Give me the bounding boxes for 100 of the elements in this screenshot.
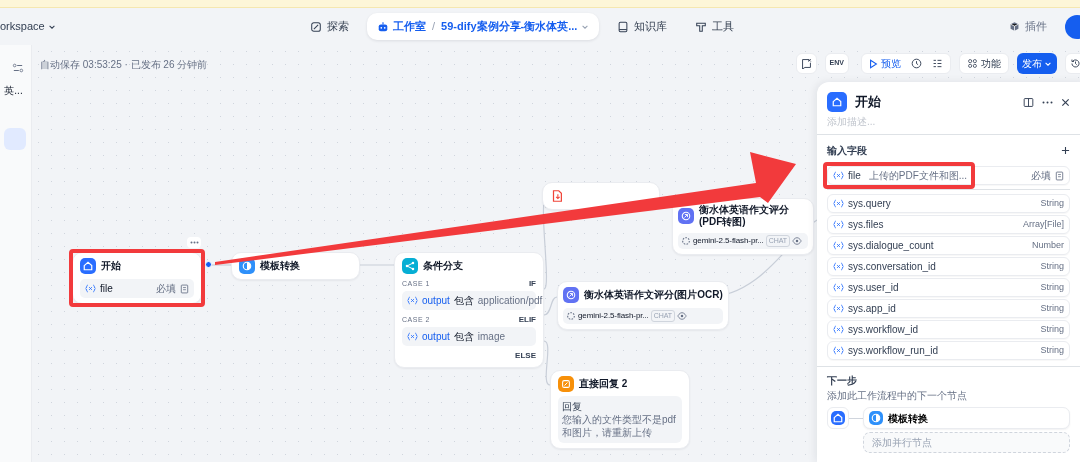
system-variable-row: sys.dialogue_count Number xyxy=(827,236,1070,255)
variable-type: String xyxy=(1040,322,1064,336)
variable-icon xyxy=(833,171,844,180)
variable-type: String xyxy=(1040,196,1064,210)
variable-type: String xyxy=(1040,259,1064,273)
variable-icon xyxy=(833,304,844,313)
variable-icon xyxy=(85,284,96,293)
cube-icon xyxy=(1009,21,1020,32)
variable-type: String xyxy=(1040,343,1064,357)
node-title: 条件分支 xyxy=(423,260,463,272)
panel-title: 开始 xyxy=(855,93,881,112)
tools-tab[interactable]: 工具 xyxy=(685,14,745,39)
operator-label: 包含 xyxy=(453,294,474,308)
required-label: 必填 xyxy=(156,282,176,296)
variable-name: output xyxy=(422,330,450,344)
llm-icon xyxy=(563,287,579,303)
node-card[interactable]: 开始 file 必填 xyxy=(72,252,202,304)
file-icon xyxy=(550,188,564,204)
clock-icon xyxy=(911,58,922,69)
document-icon xyxy=(1055,170,1064,181)
explore-tab[interactable]: 探索 xyxy=(300,14,359,39)
required-label: 必填 xyxy=(1031,169,1051,183)
more-icon[interactable] xyxy=(1042,100,1053,104)
variable-icon xyxy=(833,199,844,208)
field-description: 上传的PDF文件和图... xyxy=(868,169,968,183)
chat-icon xyxy=(800,58,812,69)
node-card[interactable]: 直接回复 2 回复 您输入的文件类型不是pdf和图片，请重新上传 xyxy=(550,370,690,449)
variable-type: Array[File] xyxy=(1023,217,1064,231)
system-variable-row: sys.workflow_id String xyxy=(827,320,1070,339)
reply-text: 您输入的文件类型不是pdf和图片，请重新上传 xyxy=(562,413,677,439)
system-variable-row: sys.conversation_id String xyxy=(827,257,1070,276)
app-name: 英... xyxy=(4,84,23,98)
system-variable-row: sys.files Array[File] xyxy=(827,215,1070,234)
system-variable-row: sys.app_id String xyxy=(827,299,1070,318)
home-icon xyxy=(80,258,96,274)
reply-label: 回复 xyxy=(562,400,583,413)
variable-icon xyxy=(833,346,844,355)
system-variable-row: sys.user_id String xyxy=(827,278,1070,297)
node-title: 开始 xyxy=(101,260,121,272)
book-icon xyxy=(617,20,630,33)
compass-icon xyxy=(310,20,322,33)
home-icon xyxy=(827,92,847,112)
node-title: 衡水体英语作文评分(图片OCR) xyxy=(584,289,723,301)
node-card[interactable]: 模板转换 xyxy=(231,252,360,280)
variable-icon xyxy=(833,325,844,334)
studio-link[interactable]: 工作室 xyxy=(377,18,426,35)
variable-name: output xyxy=(422,294,450,308)
variable-icon xyxy=(833,220,844,229)
app-name-dropdown[interactable]: 59-dify案例分享-衡水体英... xyxy=(441,18,590,35)
section-hint: 添加此工作流程中的下一个节点 xyxy=(827,389,968,403)
close-icon[interactable] xyxy=(1061,97,1070,107)
operator-label: 包含 xyxy=(453,330,474,344)
branch-label: ELIF xyxy=(518,314,536,326)
node-title: 直接回复 2 xyxy=(579,378,628,390)
next-node-button[interactable]: 模板转换 xyxy=(863,407,1070,429)
features-button[interactable]: 功能 xyxy=(959,53,1009,74)
eye-icon xyxy=(676,311,687,321)
variable-type: Number xyxy=(1032,238,1064,252)
condition-value: application/pdf xyxy=(477,294,543,308)
robot-icon xyxy=(377,20,389,33)
node-title: 模板转换 xyxy=(260,260,300,272)
model-icon xyxy=(566,311,576,321)
variable-icon xyxy=(407,332,418,341)
variable-icon xyxy=(833,283,844,292)
connection-handle[interactable] xyxy=(205,261,212,268)
version-history-button[interactable] xyxy=(1065,53,1080,74)
section-title: 输入字段 xyxy=(827,144,867,158)
section-title: 下一步 xyxy=(827,374,858,388)
history-icon xyxy=(1070,58,1080,69)
checklist-icon xyxy=(932,58,943,69)
grid-icon xyxy=(967,58,978,69)
condition-value: image xyxy=(477,330,506,344)
llm-icon xyxy=(678,208,694,224)
knowledge-tab[interactable]: 知识库 xyxy=(607,14,678,39)
variable-name: file xyxy=(100,282,113,296)
plus-icon[interactable] xyxy=(1061,146,1070,155)
variable-icon xyxy=(407,296,418,305)
input-field-row[interactable]: file 上传的PDF文件和图... 必填 xyxy=(827,166,1070,185)
branch-icon xyxy=(402,258,418,274)
reply-icon xyxy=(558,376,574,392)
system-variable-row: sys.workflow_run_id String xyxy=(827,341,1070,360)
variable-type: String xyxy=(1040,280,1064,294)
eye-icon xyxy=(791,236,802,246)
workspace-switcher[interactable]: orkspace xyxy=(0,18,300,35)
document-icon xyxy=(180,283,189,294)
comment-button[interactable] xyxy=(795,53,817,74)
plugins-button[interactable]: 插件 xyxy=(999,14,1057,39)
play-icon xyxy=(869,58,878,69)
breadcrumb-separator: / xyxy=(432,19,436,35)
book-icon[interactable] xyxy=(1023,96,1034,108)
publish-button[interactable]: 发布 xyxy=(1017,53,1057,74)
variable-type: String xyxy=(1040,301,1064,315)
node-menu-button[interactable] xyxy=(187,237,201,248)
model-icon xyxy=(681,236,691,246)
node-title: 衡水体英语作文评分(PDF转图) xyxy=(699,204,790,228)
variable-icon xyxy=(833,262,844,271)
variable-icon xyxy=(833,241,844,250)
branch-label: ELSE xyxy=(515,350,536,362)
system-variable-row: sys.query String xyxy=(827,194,1070,213)
more-icon xyxy=(189,241,199,244)
